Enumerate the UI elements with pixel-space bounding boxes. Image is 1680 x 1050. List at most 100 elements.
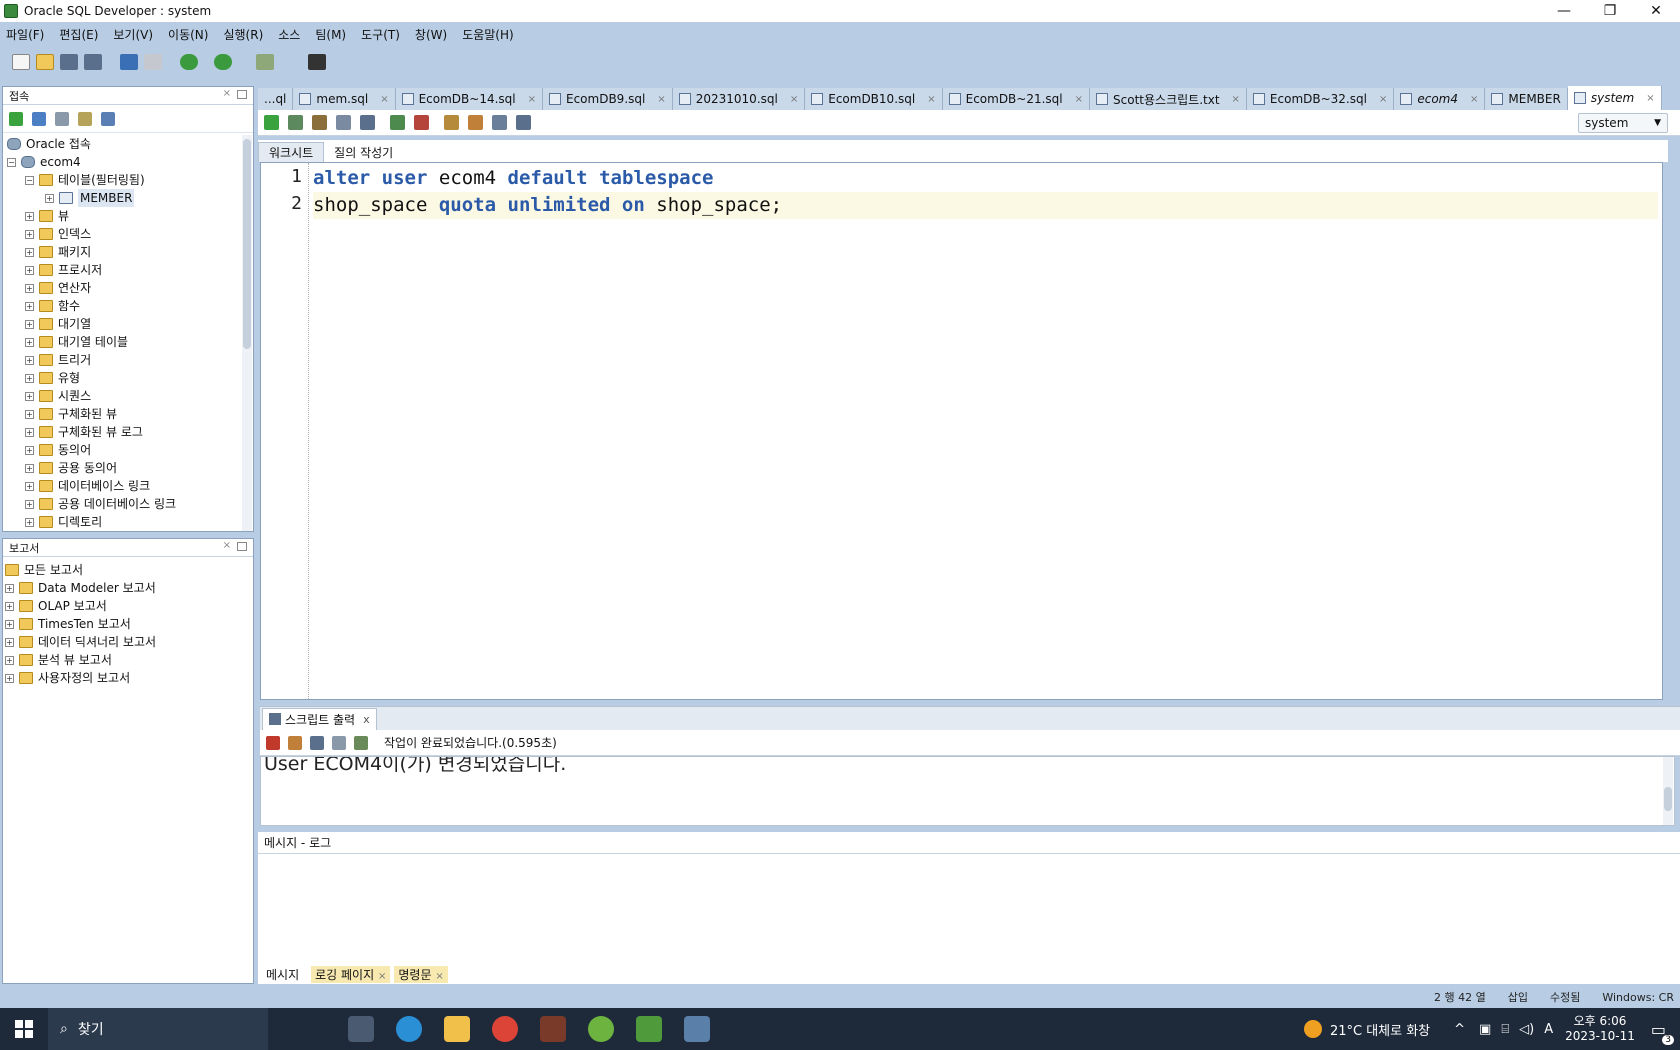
tab-ecomdb-21[interactable]: EcomDB~21.sql × xyxy=(942,88,1091,110)
collapse-icon[interactable] xyxy=(101,111,115,126)
print-icon[interactable] xyxy=(332,735,346,750)
autotrace-icon[interactable] xyxy=(312,115,327,130)
tab-messages[interactable]: 메시지 xyxy=(258,966,307,983)
minimize-button[interactable]: — xyxy=(1541,0,1587,22)
expand-icon[interactable]: + xyxy=(25,481,34,491)
tab-close-button[interactable]: x xyxy=(363,713,370,726)
buffer-size-icon[interactable] xyxy=(354,735,368,750)
tree-node[interactable]: + 구체화된 뷰 xyxy=(7,405,253,423)
start-button[interactable] xyxy=(0,1008,48,1050)
tree-node[interactable]: + 프로시저 xyxy=(7,261,253,279)
tree-node[interactable]: + 인덱스 xyxy=(7,225,253,243)
clear-icon[interactable] xyxy=(288,735,302,750)
forward-icon[interactable] xyxy=(214,54,232,70)
menu-navigate[interactable]: 이동(N) xyxy=(168,26,208,43)
expand-icon[interactable]: + xyxy=(5,619,14,629)
tab-close-button[interactable]: × xyxy=(528,94,536,105)
tree-node[interactable]: + 공용 데이터베이스 링크 xyxy=(7,495,253,513)
expand-icon[interactable]: + xyxy=(25,463,34,473)
file-explorer-icon[interactable] xyxy=(444,1016,470,1042)
tab-close-button[interactable]: × xyxy=(790,94,798,105)
tab-close-button[interactable]: × xyxy=(927,94,935,105)
tree-node[interactable]: + 데이터베이스 링크 xyxy=(7,477,253,495)
expand-icon[interactable]: + xyxy=(5,601,14,611)
code-line-1[interactable]: alter user ecom4 default tablespace xyxy=(313,165,1658,192)
save-icon[interactable] xyxy=(60,54,78,70)
run-statement-icon[interactable] xyxy=(264,115,279,130)
filter-icon[interactable] xyxy=(55,111,69,126)
sql-tuning-icon[interactable] xyxy=(360,115,375,130)
tree-node[interactable]: + 트리거 xyxy=(7,351,253,369)
tree-node[interactable]: + 연산자 xyxy=(7,279,253,297)
expand-icon[interactable]: + xyxy=(25,355,34,365)
tab-mem-sql[interactable]: mem.sql × xyxy=(293,88,396,110)
tab-ecomdb-14[interactable]: EcomDB~14.sql × xyxy=(395,88,543,110)
minimize-panel-icon[interactable] xyxy=(237,542,247,551)
meet-icon[interactable]: ▣ xyxy=(1479,1022,1491,1037)
sql-editor[interactable]: 1 2 alter user ecom4 default tablespace … xyxy=(260,162,1663,700)
spring-tool-icon[interactable] xyxy=(588,1016,614,1042)
scrollbar-thumb[interactable] xyxy=(1664,787,1672,811)
tab-script-output[interactable]: 스크립트 출력 x xyxy=(262,707,377,730)
collapse-icon[interactable]: − xyxy=(7,157,16,167)
network-icon[interactable]: ⌸ xyxy=(1501,1022,1509,1037)
expand-icon[interactable]: + xyxy=(25,517,34,527)
tree-node[interactable]: + 함수 xyxy=(7,297,253,315)
save-all-icon[interactable] xyxy=(84,54,102,70)
tree-node[interactable]: + 데이터 딕셔너리 보고서 xyxy=(5,633,253,651)
weather-text[interactable]: 21°C 대체로 화창 xyxy=(1330,1020,1430,1039)
schema-browser-icon[interactable] xyxy=(78,111,92,126)
connections-panel-close[interactable]: × xyxy=(223,88,231,99)
expand-icon[interactable]: + xyxy=(25,373,34,383)
collapse-icon[interactable]: − xyxy=(25,175,34,185)
volume-icon[interactable]: ◁) xyxy=(1519,1022,1534,1037)
tab-scott-script[interactable]: Scott용스크립트.txt × xyxy=(1090,88,1247,110)
tree-connection-ecom4[interactable]: − ecom4 xyxy=(7,153,253,171)
format-icon[interactable] xyxy=(516,115,531,130)
tree-root-oracle[interactable]: Oracle 접속 xyxy=(7,135,253,153)
menu-window[interactable]: 창(W) xyxy=(415,26,447,43)
tab-ecomdb-32[interactable]: EcomDB~32.sql × xyxy=(1246,88,1395,110)
connections-scrollbar[interactable] xyxy=(242,135,252,531)
undo-icon[interactable] xyxy=(120,54,138,70)
tab-ecomdb10[interactable]: EcomDB10.sql × xyxy=(805,88,943,110)
tree-node[interactable]: + TimesTen 보고서 xyxy=(5,615,253,633)
maximize-button[interactable]: ❐ xyxy=(1587,0,1633,22)
tab-close-button[interactable]: × xyxy=(657,94,665,105)
new-file-icon[interactable] xyxy=(12,54,30,70)
menu-tools[interactable]: 도구(T) xyxy=(361,26,400,43)
edge-icon[interactable] xyxy=(396,1016,422,1042)
tab-ecomdb9[interactable]: EcomDB9.sql × xyxy=(543,88,673,110)
task-view-icon[interactable] xyxy=(348,1016,374,1042)
tree-node[interactable]: + Data Modeler 보고서 xyxy=(5,579,253,597)
tab-close-button[interactable]: × xyxy=(1232,94,1240,105)
commit-icon[interactable] xyxy=(390,115,405,130)
add-connection-icon[interactable] xyxy=(9,111,23,126)
clear-icon[interactable] xyxy=(468,115,483,130)
open-folder-icon[interactable] xyxy=(36,54,54,70)
minimize-panel-icon[interactable] xyxy=(237,90,247,99)
expand-icon[interactable]: + xyxy=(25,229,34,239)
tab-close-button[interactable]: × xyxy=(1075,94,1083,105)
expand-icon[interactable]: + xyxy=(25,319,34,329)
tree-node[interactable]: + 동의어 xyxy=(7,441,253,459)
tab-logging-page[interactable]: 로깅 페이지 × xyxy=(311,965,391,983)
spring-icon[interactable] xyxy=(636,1016,662,1042)
scrollbar-thumb[interactable] xyxy=(243,139,251,349)
run-script-icon[interactable] xyxy=(288,115,303,130)
tab-worksheet[interactable]: 워크시트 xyxy=(258,142,325,162)
menu-team[interactable]: 팀(M) xyxy=(315,26,346,43)
tab-close-button[interactable]: × xyxy=(1646,93,1654,104)
refresh-icon[interactable] xyxy=(32,111,46,126)
expand-icon[interactable]: + xyxy=(25,445,34,455)
menu-source[interactable]: 소스 xyxy=(278,26,300,43)
output-scrollbar[interactable] xyxy=(1663,757,1673,825)
close-button[interactable]: ✕ xyxy=(1633,0,1679,22)
menu-view[interactable]: 보기(V) xyxy=(113,26,153,43)
tree-node[interactable]: + OLAP 보고서 xyxy=(5,597,253,615)
expand-icon[interactable]: + xyxy=(25,391,34,401)
tab-close-button[interactable]: × xyxy=(380,94,388,105)
tab-member[interactable]: MEMBER xyxy=(1485,88,1568,110)
rollback-icon[interactable] xyxy=(414,115,429,130)
tree-node[interactable]: + 뷰 xyxy=(7,207,253,225)
